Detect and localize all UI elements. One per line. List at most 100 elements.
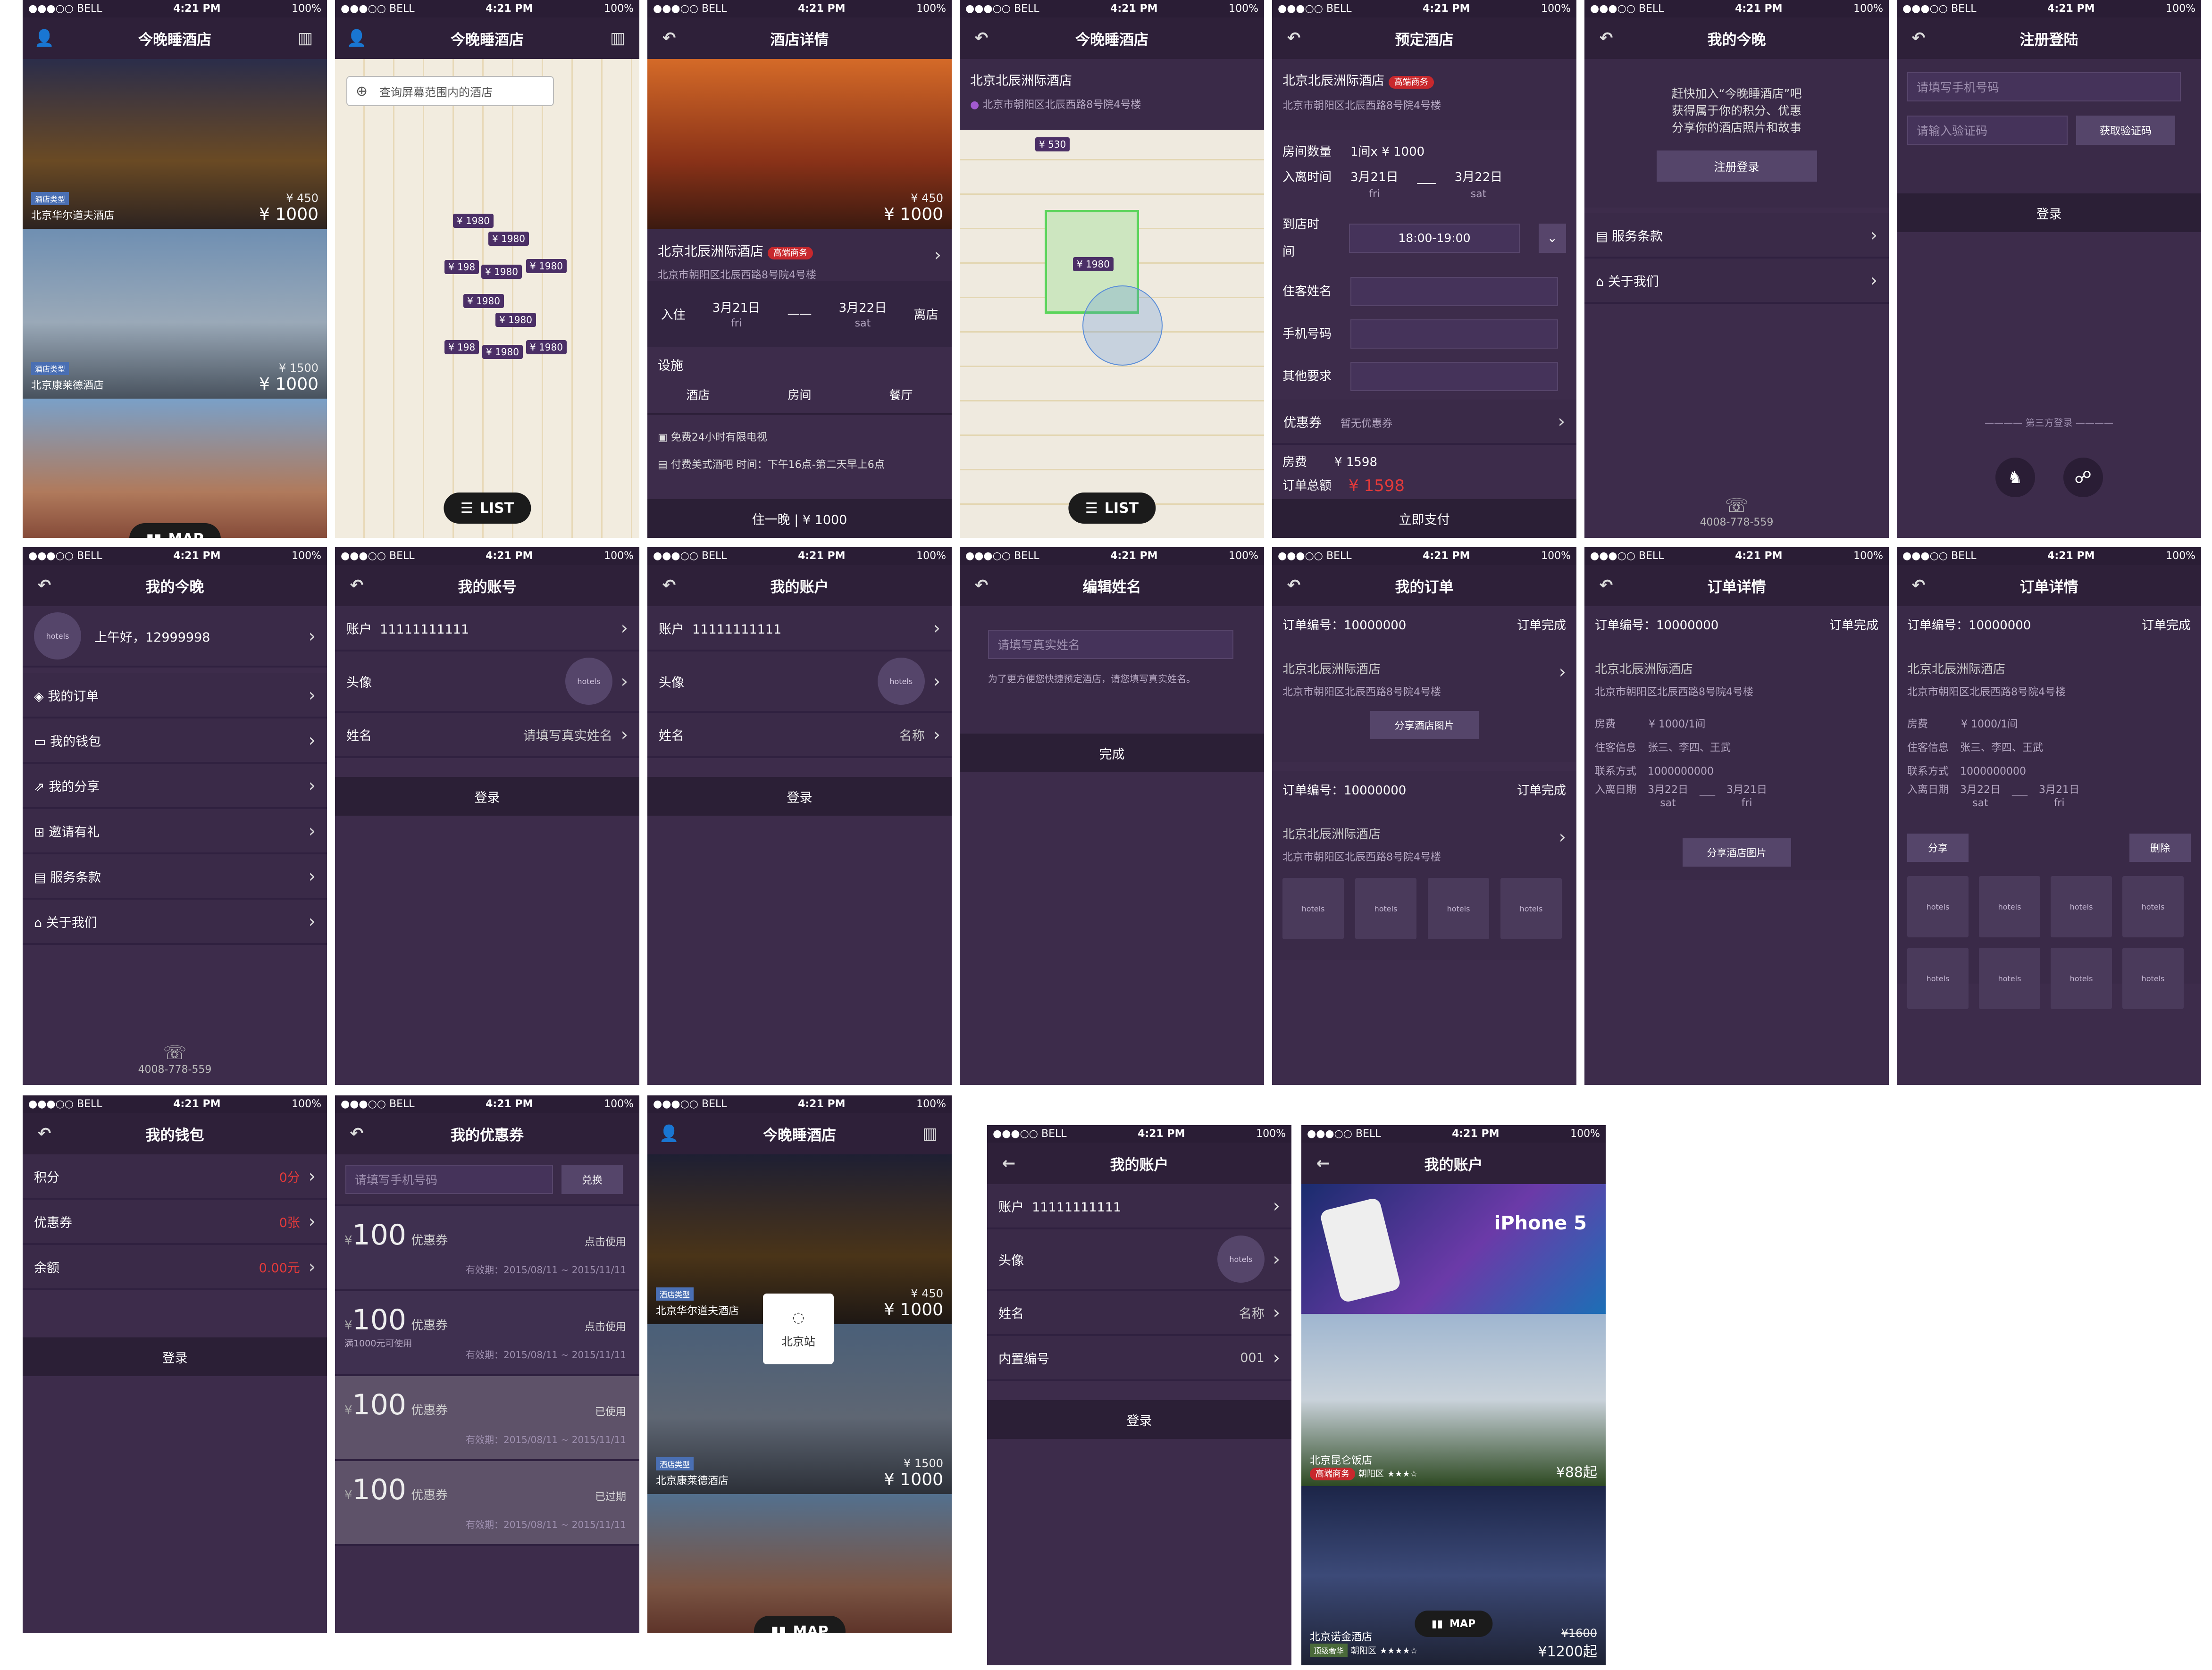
price-marker[interactable]: ¥ 1980 [463, 294, 504, 308]
hotel-card[interactable]: 酒店类型 北京康莱德酒店 ¥ 1500 ¥ 1000 [23, 229, 327, 399]
photo-thumb[interactable]: hotels [2051, 948, 2112, 1009]
id-row[interactable]: 内置编号 001 › [987, 1336, 1291, 1381]
price-marker[interactable]: ¥ 198 [444, 260, 479, 274]
menu-item-about[interactable]: ⌂ 关于我们 › [1584, 259, 1889, 304]
photo-thumb[interactable]: hotels [1428, 878, 1489, 939]
hotel-card[interactable]: 酒店类型 北京华尔道夫酒店 ¥ 450 ¥ 1000 [23, 59, 327, 229]
avatar-row[interactable]: 头像 hotels › [647, 651, 952, 713]
building-icon[interactable]: ▥ [295, 28, 316, 49]
wechat-icon[interactable]: ☍ [2063, 458, 2103, 497]
promo-banner[interactable]: iPhone 5 [1301, 1184, 1606, 1314]
register-button[interactable]: 注册登录 [1656, 150, 1817, 182]
login-button[interactable]: 登录 [335, 777, 639, 816]
back-icon[interactable]: ↶ [1283, 575, 1304, 596]
back-icon[interactable]: ↶ [659, 28, 679, 49]
map-button[interactable]: ▮▮MAP [129, 523, 221, 538]
phone-input[interactable]: 请填写手机号码 [345, 1165, 553, 1194]
back-icon[interactable]: ↶ [1908, 28, 1929, 49]
coupon-row[interactable]: 优惠券 暂无优惠券 › [1272, 400, 1576, 445]
photo-thumb[interactable]: hotels [1355, 878, 1416, 939]
account-row[interactable]: 账户 11111111111 › [335, 606, 639, 651]
qq-icon[interactable]: ♞ [1995, 458, 2035, 497]
arrival-time-select[interactable]: 18:00-19:00 [1349, 224, 1520, 253]
login-button[interactable]: 登录 [23, 1337, 327, 1376]
name-row[interactable]: 姓名 请填写真实姓名 › [335, 713, 639, 758]
photo-thumb[interactable]: hotels [1907, 876, 1969, 937]
menu-item-wallet[interactable]: ▭ 我的钱包 › [23, 718, 327, 764]
share-photo-button[interactable]: 分享酒店图片 [1370, 711, 1479, 739]
code-input[interactable]: 请输入验证码 [1907, 116, 2068, 145]
phone-input[interactable] [1350, 319, 1558, 349]
phone-icon[interactable]: ☏ [23, 1042, 327, 1064]
menu-item-about[interactable]: ⌂ 关于我们 › [23, 900, 327, 945]
photo-thumb[interactable]: hotels [1979, 876, 2040, 937]
login-button[interactable]: 登录 [647, 777, 952, 816]
guest-name-input[interactable] [1350, 277, 1558, 306]
user-icon[interactable]: 👤 [346, 28, 367, 49]
done-button[interactable]: 完成 [960, 734, 1264, 772]
photo-thumb[interactable]: hotels [2122, 948, 2184, 1009]
menu-item-terms[interactable]: ▤ 服务条款 › [23, 854, 327, 900]
balance-row[interactable]: 余额 0.00元 › [23, 1245, 327, 1290]
user-icon[interactable]: 👤 [34, 28, 55, 49]
name-input[interactable]: 请填写真实姓名 [988, 630, 1233, 659]
phone-input[interactable]: 请填写手机号码 [1907, 72, 2181, 101]
tab-room[interactable]: 房间 [788, 386, 811, 403]
account-row[interactable]: 账户 11111111111 › [987, 1184, 1291, 1229]
other-request-input[interactable] [1350, 362, 1558, 391]
price-marker[interactable]: ¥ 1980 [1073, 257, 1114, 271]
back-icon[interactable]: ↶ [34, 1123, 55, 1144]
list-button[interactable]: ☰ LIST [1068, 493, 1156, 524]
price-marker[interactable]: ¥ 1980 [481, 265, 522, 279]
profile-row[interactable]: hotels 上午好，12999998 › [23, 606, 327, 668]
photo-thumb[interactable]: hotels [1500, 878, 1562, 939]
login-button[interactable]: 登录 [1897, 193, 2201, 232]
list-button[interactable]: ☰ LIST [443, 493, 531, 524]
price-marker[interactable]: ¥ 1980 [488, 232, 529, 246]
price-marker[interactable]: ¥ 530 [1035, 137, 1070, 151]
back-icon[interactable]: ↶ [346, 575, 367, 596]
back-icon[interactable]: ↶ [971, 28, 992, 49]
menu-item-orders[interactable]: ◈ 我的订单 › [23, 673, 327, 718]
account-row[interactable]: 账户 11111111111 › [647, 606, 952, 651]
avatar-row[interactable]: 头像 hotels › [987, 1229, 1291, 1291]
user-icon[interactable]: 👤 [659, 1123, 679, 1144]
photo-thumb[interactable]: hotels [1979, 948, 2040, 1009]
price-marker[interactable]: ¥ 1980 [482, 345, 523, 359]
hotel-card[interactable]: ▮▮MAP [647, 1494, 952, 1633]
tab-dining[interactable]: 餐厅 [889, 386, 913, 403]
photo-thumb[interactable]: hotels [1282, 878, 1344, 939]
map-button[interactable]: ▮▮MAP [754, 1616, 846, 1633]
hotel-card[interactable]: 北京诺金酒店 顶级奢华 朝阳区 ★★★★☆ ¥1600 ¥1200起 ▮▮ MAP [1301, 1486, 1606, 1665]
back-icon[interactable]: ↶ [659, 575, 679, 596]
hotel-info[interactable]: 北京北辰洲际酒店 高端商务 北京市朝阳区北辰西路8号院4号楼 › [647, 229, 952, 281]
phone-icon[interactable]: ☏ [1584, 495, 1889, 517]
back-icon[interactable]: ↶ [971, 575, 992, 596]
menu-item-terms[interactable]: ▤ 服务条款 › [1584, 213, 1889, 259]
back-icon[interactable]: ↶ [346, 1123, 367, 1144]
points-row[interactable]: 积分 0分 › [23, 1154, 327, 1200]
map-view[interactable]: ⊕ 查询屏幕范围内的酒店 ¥ 1980 ¥ 1980 ¥ 198 ¥ 1980 ¥… [335, 59, 639, 538]
name-row[interactable]: 姓名 名称 › [647, 713, 952, 758]
back-icon[interactable]: ↶ [1283, 28, 1304, 49]
share-photo-button[interactable]: 分享酒店图片 [1682, 838, 1791, 867]
menu-item-share[interactable]: ⇗ 我的分享 › [23, 764, 327, 809]
back-icon[interactable]: ↶ [1596, 575, 1617, 596]
service-phone[interactable]: 4008-778-559 [1700, 517, 1774, 528]
building-icon[interactable]: ▥ [920, 1123, 940, 1144]
back-icon[interactable]: ↶ [1596, 28, 1617, 49]
coupon-card[interactable]: ¥100 优惠券 点击使用 满1000元可使用 有效期：2015/08/11 ~ 201… [335, 1291, 639, 1376]
price-marker[interactable]: ¥ 1980 [526, 259, 567, 273]
price-marker[interactable]: ¥ 1980 [526, 340, 567, 354]
avatar-row[interactable]: 头像 hotels › [335, 651, 639, 713]
service-phone[interactable]: 4008-778-559 [138, 1064, 212, 1076]
hotel-card[interactable]: ▮▮MAP [23, 399, 327, 538]
price-marker[interactable]: ¥ 1980 [495, 313, 536, 327]
pay-button[interactable]: 立即支付 [1272, 499, 1576, 538]
coupon-row[interactable]: 优惠券 0张 › [23, 1200, 327, 1245]
delete-button[interactable]: 删除 [2129, 834, 2191, 862]
arrow-left-icon[interactable]: ← [1313, 1153, 1333, 1174]
map-view[interactable]: ¥ 530 ¥ 1980 ☰ LIST [960, 130, 1264, 538]
login-button[interactable]: 登录 [987, 1400, 1291, 1439]
share-button[interactable]: 分享 [1907, 834, 1969, 862]
